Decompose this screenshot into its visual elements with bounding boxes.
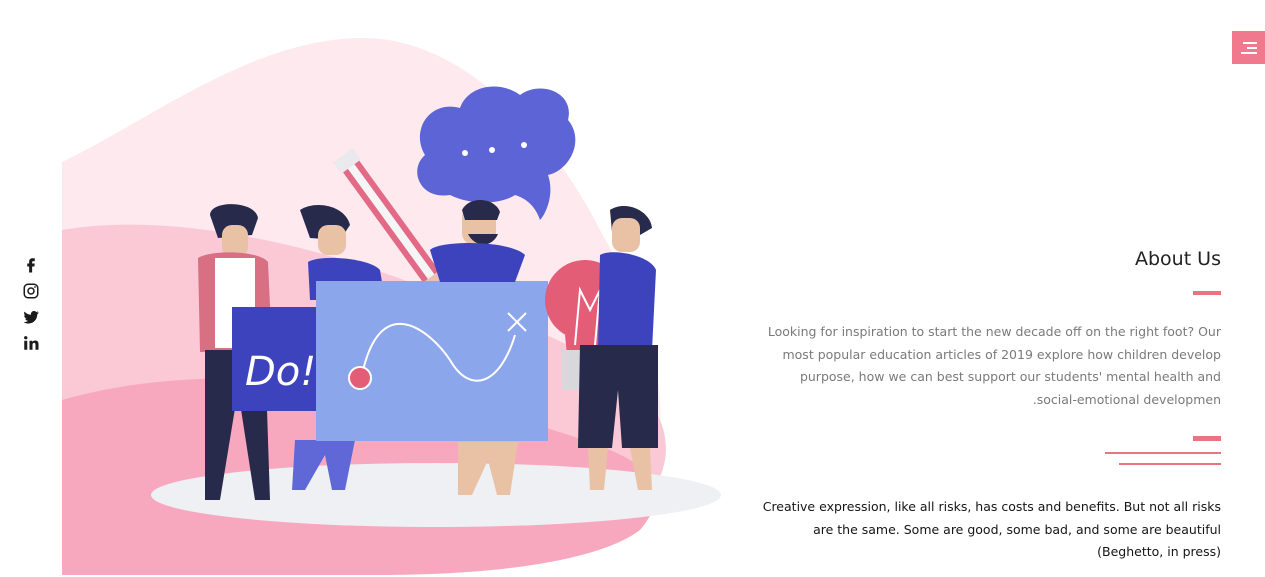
decorative-line — [1105, 452, 1221, 454]
team-illustration: Do! — [62, 37, 721, 575]
hamburger-menu-icon — [1240, 41, 1257, 54]
about-title: About Us — [1134, 248, 1221, 270]
decorative-line — [1193, 436, 1221, 441]
plan-board — [316, 281, 548, 441]
menu-button[interactable] — [1232, 31, 1265, 64]
title-underline — [1193, 291, 1221, 295]
decorative-line — [1119, 463, 1221, 465]
quote-text: Creative expression, like all risks, has… — [762, 499, 1221, 559]
about-description: Looking for inspiration to start the new… — [767, 324, 1221, 407]
do-sign-text: Do! — [245, 349, 316, 395]
